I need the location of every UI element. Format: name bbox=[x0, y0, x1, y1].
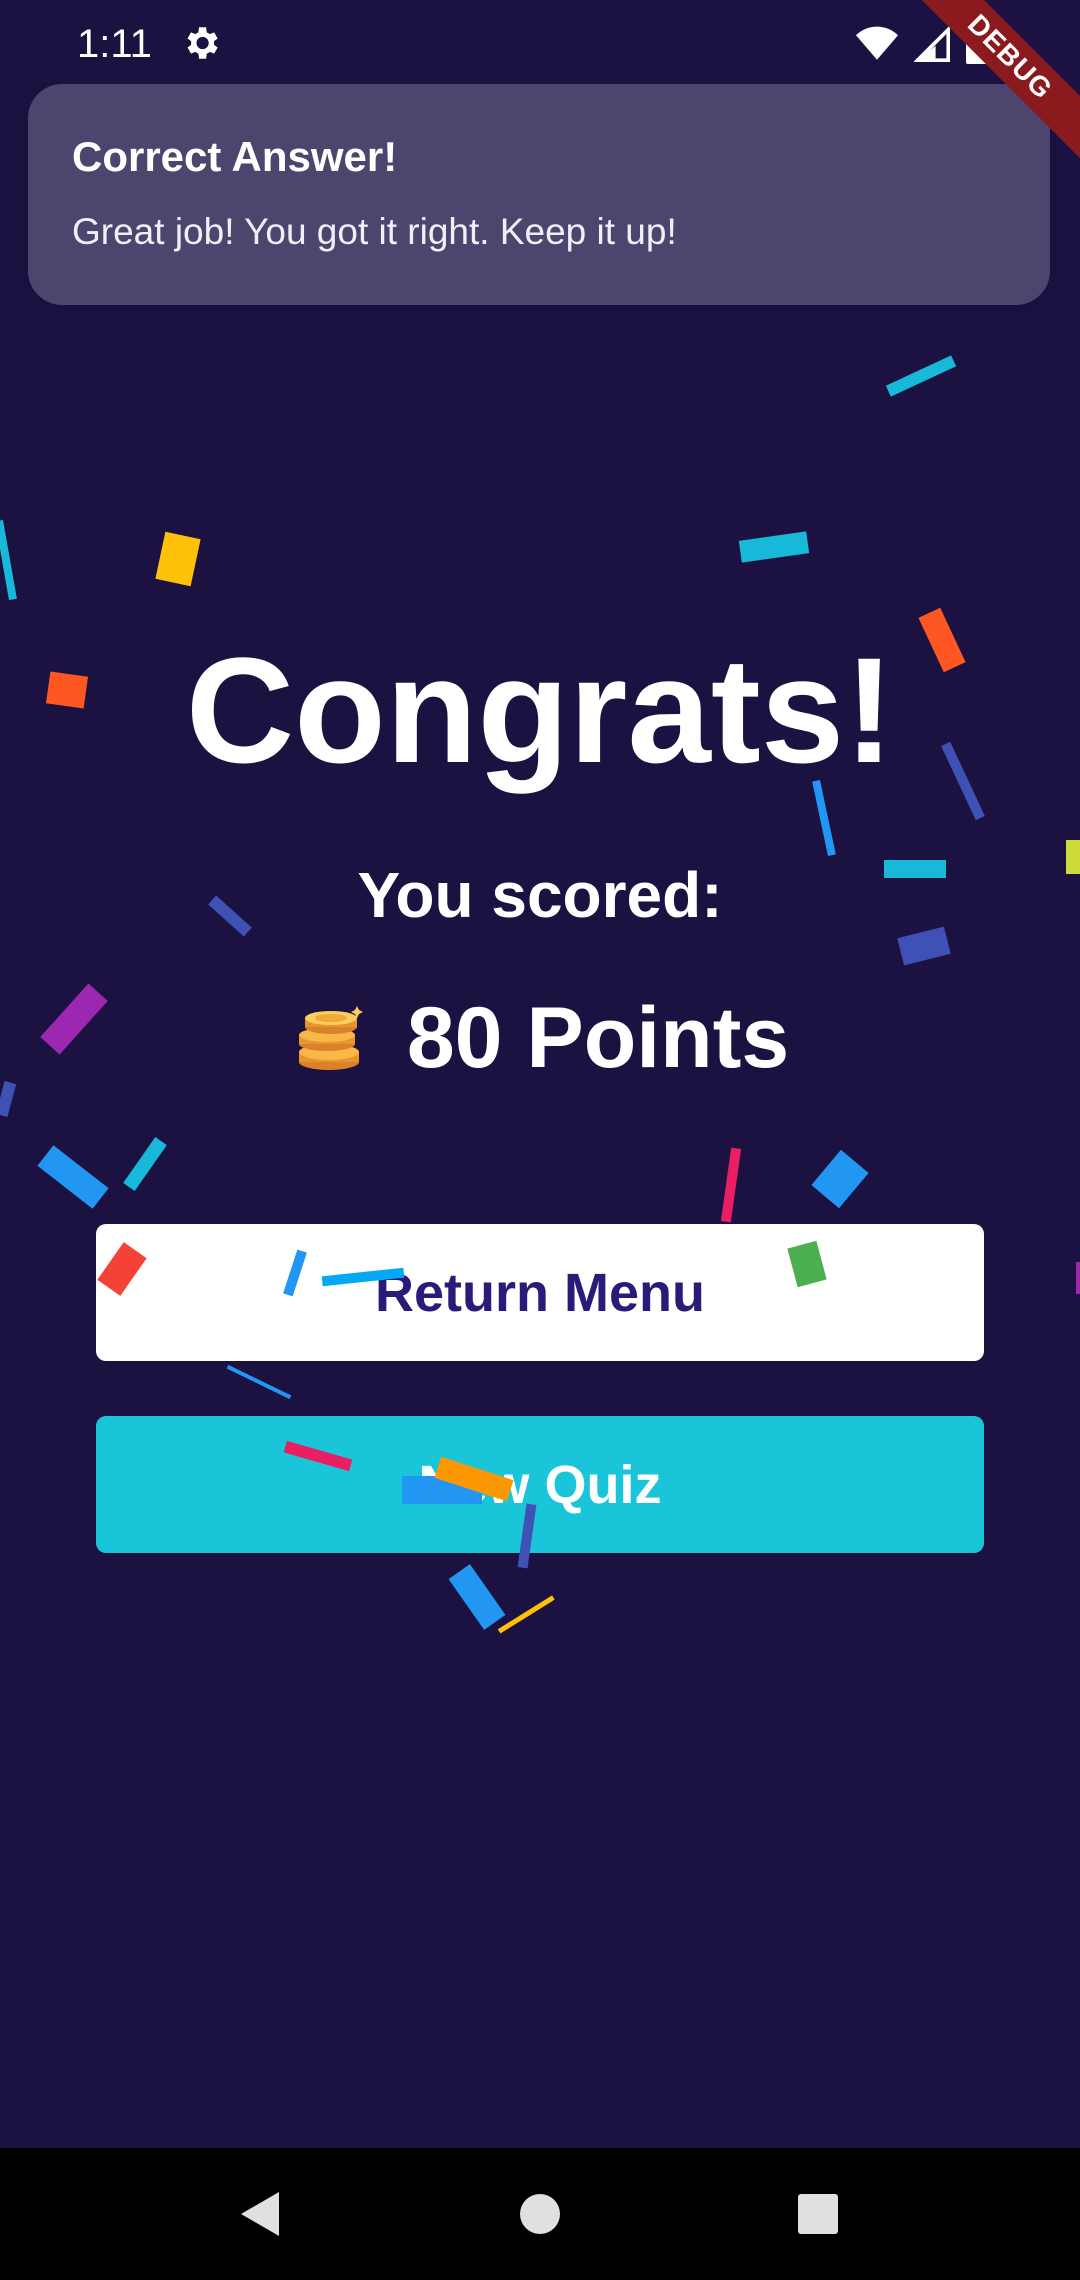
home-button[interactable] bbox=[500, 2174, 580, 2254]
confetti-piece bbox=[1076, 1262, 1080, 1294]
back-button[interactable] bbox=[219, 2174, 299, 2254]
confetti-piece bbox=[0, 519, 17, 601]
home-icon bbox=[520, 2194, 560, 2234]
congrats-title: Congrats! bbox=[185, 626, 895, 794]
confetti-piece bbox=[37, 1145, 109, 1209]
new-quiz-button[interactable]: New Quiz bbox=[96, 1416, 984, 1553]
score-label: You scored: bbox=[357, 859, 723, 931]
confetti-piece bbox=[123, 1137, 167, 1191]
confetti-piece bbox=[155, 531, 201, 587]
confetti-piece bbox=[738, 531, 810, 563]
status-time: 1:11 bbox=[77, 22, 152, 66]
signal-icon bbox=[914, 26, 950, 62]
confetti-piece bbox=[448, 1564, 506, 1630]
toast-title: Correct Answer! bbox=[72, 133, 398, 180]
confetti-piece bbox=[497, 1595, 555, 1634]
return-menu-button[interactable]: Return Menu bbox=[96, 1224, 984, 1361]
points-row: 80 Points bbox=[0, 988, 1080, 1088]
confetti-piece bbox=[885, 355, 957, 397]
points-text: 80 Points bbox=[406, 990, 790, 1086]
recents-icon bbox=[798, 2194, 838, 2234]
gear-icon bbox=[187, 27, 218, 59]
recents-button[interactable] bbox=[778, 2174, 858, 2254]
wifi-icon bbox=[856, 26, 898, 60]
confetti-piece bbox=[720, 1147, 742, 1223]
toast-notification[interactable]: Correct Answer! Great job! You got it ri… bbox=[28, 84, 1050, 305]
confetti-piece bbox=[811, 1149, 869, 1209]
back-icon bbox=[241, 2192, 279, 2236]
navigation-bar bbox=[0, 2148, 1080, 2280]
toast-message: Great job! You got it right. Keep it up! bbox=[72, 211, 677, 252]
confetti-piece bbox=[226, 1364, 292, 1400]
coins-icon bbox=[298, 1006, 363, 1070]
status-bar: 1:11 bbox=[0, 0, 1080, 86]
